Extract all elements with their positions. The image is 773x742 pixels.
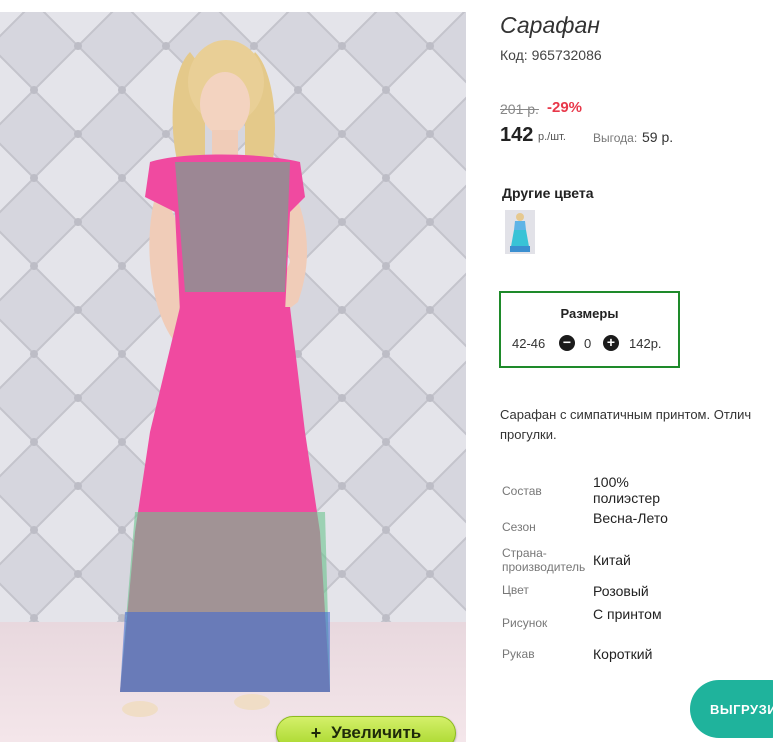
sizes-heading: Размеры: [560, 306, 619, 321]
product-photo[interactable]: + Увеличить: [0, 12, 466, 742]
product-description: Сарафан с симпатичным принтом. Отлич про…: [500, 407, 752, 442]
benefit-label: Выгода:: [593, 131, 638, 145]
attribute-label: Рукав: [502, 647, 535, 661]
product-image: [0, 12, 466, 742]
zoom-button-label: Увеличить: [331, 723, 422, 742]
size-range: 42-46: [512, 336, 546, 351]
attribute-label: Сезон: [502, 520, 536, 534]
attribute-value: Китай: [593, 552, 631, 568]
product-code: Код: 965732086: [500, 47, 602, 63]
discount-badge: -29%: [547, 99, 583, 116]
color-variant-image: [505, 210, 535, 254]
attribute-label: Рисунок: [502, 616, 548, 630]
quantity-value: 0: [584, 336, 592, 351]
export-button[interactable]: ВЫГРУЗИ: [690, 680, 773, 738]
zoom-button[interactable]: + Увеличить: [276, 716, 456, 742]
attribute-label: Цвет: [502, 583, 529, 597]
product-title: Сарафан: [500, 12, 600, 38]
size-price: 142р.: [629, 336, 662, 351]
attribute-value: 100% полиэстер: [593, 474, 661, 506]
attribute-value: Короткий: [593, 646, 653, 662]
color-variant-thumbnail[interactable]: [505, 210, 535, 254]
sizes-panel: Размеры 42-46 − 0 + 142р.: [499, 291, 680, 368]
attribute-label: Страна-производитель: [502, 546, 586, 574]
attribute-value: Весна-Лето: [593, 510, 668, 526]
other-colors-heading: Другие цвета: [502, 185, 594, 201]
benefit-value: 59 р.: [642, 129, 674, 145]
plus-icon[interactable]: +: [603, 335, 619, 351]
attribute-label: Состав: [502, 484, 542, 498]
plus-icon: +: [310, 722, 322, 742]
attribute-value: Розовый: [593, 583, 649, 599]
attribute-value: С принтом: [593, 606, 662, 622]
minus-icon[interactable]: −: [559, 335, 575, 351]
old-price: 201 р.: [500, 101, 539, 117]
price-value: 142: [500, 124, 534, 146]
price-unit: р./шт.: [538, 131, 566, 143]
